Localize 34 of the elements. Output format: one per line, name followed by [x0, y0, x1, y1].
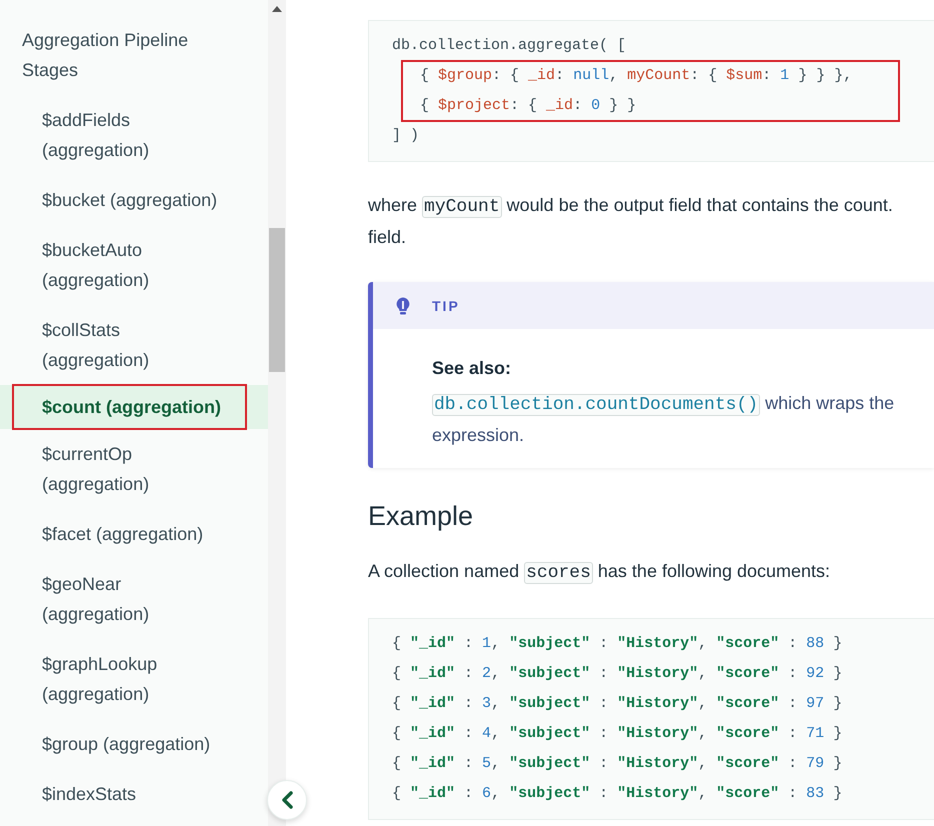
code-line: { "_id" : 4, "subject" : "History", "score" : 71 }	[392, 724, 842, 744]
code-line: { "_id" : 5, "subject" : "History", "score" : 79 }	[392, 754, 842, 774]
scrollbar-thumb[interactable]	[269, 228, 285, 372]
scroll-up-icon[interactable]	[272, 6, 282, 12]
code-line: { $project: { _id: 0 } }	[419, 96, 636, 116]
code-line: ] )	[392, 126, 420, 146]
code-line: { "_id" : 3, "subject" : "History", "score" : 97 }	[392, 694, 842, 714]
nav-item[interactable]: $count (aggregation)	[13, 385, 246, 429]
code-line: db.collection.aggregate( [	[392, 36, 626, 56]
nav-item[interactable]: $bucketAuto (aggregation)	[13, 230, 246, 300]
code-line: { "_id" : 1, "subject" : "History", "score" : 88 }	[392, 634, 842, 654]
nav-item[interactable]: $currentOp (aggregation)	[13, 434, 246, 504]
section-heading: Example	[368, 500, 474, 533]
code-line: { "_id" : 2, "subject" : "History", "score" : 92 }	[392, 664, 842, 684]
code-line: { "_id" : 6, "subject" : "History", "score" : 83 }	[392, 784, 842, 804]
nav-item[interactable]: $bucket (aggregation)	[13, 180, 246, 220]
tip-label: TIP	[432, 298, 460, 314]
tip-text: db.collection.countDocuments() which wraps the expression.	[432, 392, 896, 447]
nav-item[interactable]: $facet (aggregation)	[13, 514, 246, 554]
chevron-left-icon	[281, 791, 293, 809]
paragraph: where myCount would be the output field that contains the count. field.	[368, 194, 894, 249]
code-line: { $group: { _id: null, myCount: { $sum: 1 } } },	[419, 66, 852, 86]
nav-item[interactable]: $indexStats	[13, 774, 246, 814]
tip-title: See also:	[432, 357, 512, 380]
nav-item[interactable]: $collStats (aggregation)	[13, 310, 246, 380]
scrollbar[interactable]	[268, 0, 286, 826]
nav-item[interactable]: $group (aggregation)	[13, 724, 246, 764]
nav-item[interactable]: $addFields (aggregation)	[13, 100, 246, 170]
paragraph: A collection named scores has the following documents:	[368, 560, 832, 586]
nav-section-heading[interactable]: Aggregation Pipeline Stages	[0, 25, 268, 95]
nav-item[interactable]: $graphLookup (aggregation)	[13, 644, 246, 714]
nav-item[interactable]: $geoNear (aggregation)	[13, 564, 246, 634]
collapse-sidebar-button[interactable]	[267, 780, 307, 820]
lightbulb-icon	[396, 296, 410, 314]
